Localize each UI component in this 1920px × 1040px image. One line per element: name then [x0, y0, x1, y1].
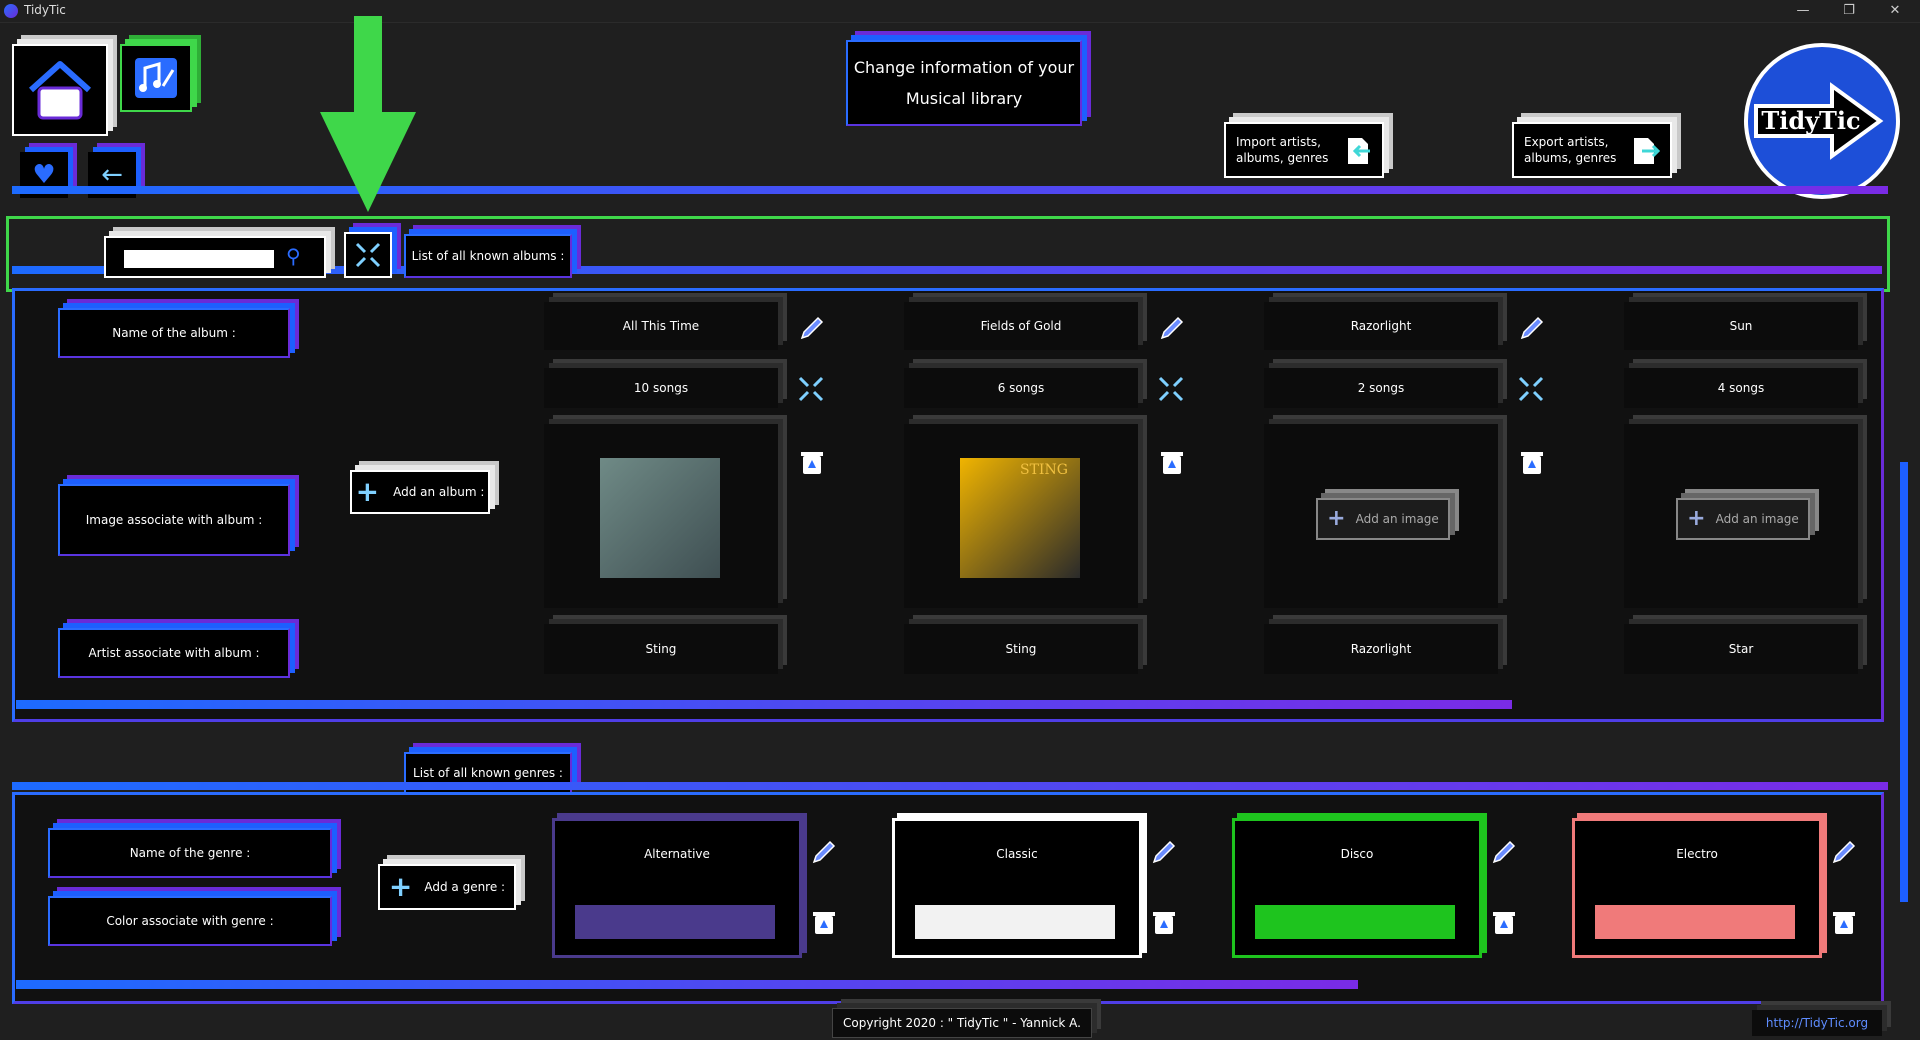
album-cover-image: STING: [960, 458, 1080, 578]
pencil-icon[interactable]: [796, 314, 826, 344]
music-note-edit-icon: [135, 58, 177, 98]
trash-icon[interactable]: [1150, 908, 1178, 936]
pencil-icon[interactable]: [1488, 838, 1518, 868]
import-label-1: Import artists,: [1236, 135, 1321, 149]
album-song-count: 6 songs: [904, 368, 1138, 408]
genres-scrollbar[interactable]: [16, 980, 1358, 989]
genre-color-swatch[interactable]: [915, 905, 1115, 939]
genre-name: Disco: [1340, 847, 1374, 861]
trash-icon[interactable]: [810, 908, 838, 936]
expand-all-button[interactable]: [344, 232, 392, 278]
album-song-count: 10 songs: [544, 368, 778, 408]
album-name[interactable]: Razorlight: [1264, 302, 1498, 350]
genre-name-label: Name of the genre :: [48, 828, 332, 878]
export-file-icon: [1634, 138, 1660, 164]
banner-line-2: Musical library: [905, 89, 1023, 108]
pencil-icon[interactable]: [808, 838, 838, 868]
album-search-input[interactable]: [124, 250, 274, 268]
add-image-label: Add an image: [1715, 512, 1799, 526]
album-cover-image: [600, 458, 720, 578]
copyright-text: Copyright 2020 : " TidyTic " - Yannick A…: [832, 1008, 1092, 1038]
pencil-icon[interactable]: [1148, 838, 1178, 868]
trash-icon[interactable]: [798, 448, 826, 476]
album-artist-label: Artist associate with album :: [58, 628, 290, 678]
genre-name: Electro: [1676, 847, 1718, 861]
album-song-count: 4 songs: [1624, 368, 1858, 408]
annotation-arrow-icon: [320, 16, 416, 212]
add-album-button[interactable]: + Add an album :: [350, 470, 490, 514]
genre-card[interactable]: Alternative: [552, 818, 802, 958]
plus-icon: +: [1687, 506, 1706, 531]
genre-card[interactable]: Electro: [1572, 818, 1822, 958]
genre-color-swatch[interactable]: [575, 905, 775, 939]
maximize-button[interactable]: ❐: [1826, 0, 1872, 22]
import-button[interactable]: Import artists, albums, genres: [1224, 122, 1384, 178]
window-title: TidyTic: [24, 3, 66, 17]
plus-icon: +: [355, 475, 380, 508]
genre-color-label: Color associate with genre :: [48, 896, 332, 946]
genre-card[interactable]: Disco: [1232, 818, 1482, 958]
title-bar: TidyTic — ❐ ✕: [0, 0, 1920, 23]
banner-line-1: Change information of your: [853, 58, 1075, 77]
album-name[interactable]: All This Time: [544, 302, 778, 350]
plus-icon: +: [388, 870, 413, 903]
add-image-label: Add an image: [1355, 512, 1439, 526]
album-song-count: 2 songs: [1264, 368, 1498, 408]
genre-card[interactable]: Classic: [892, 818, 1142, 958]
album-artist[interactable]: Sting: [544, 624, 778, 674]
add-image-button[interactable]: + Add an image: [1316, 498, 1450, 540]
pencil-icon[interactable]: [1516, 314, 1546, 344]
album-name[interactable]: Sun: [1624, 302, 1858, 350]
add-album-label: Add an album :: [393, 485, 485, 499]
album-artist[interactable]: Sting: [904, 624, 1138, 674]
album-name[interactable]: Fields of Gold: [904, 302, 1138, 350]
genre-name: Classic: [996, 847, 1038, 861]
export-label-1: Export artists,: [1524, 135, 1609, 149]
import-label-2: albums, genres: [1236, 151, 1329, 165]
search-icon[interactable]: ⚲: [286, 244, 301, 268]
home-icon: [28, 61, 92, 120]
plus-icon: +: [1327, 506, 1346, 531]
expand-songs-icon[interactable]: [1516, 374, 1546, 404]
genre-name: Alternative: [644, 847, 710, 861]
genre-color-swatch[interactable]: [1255, 905, 1455, 939]
page-banner: Change information of your Musical libra…: [846, 40, 1082, 126]
expand-arrows-icon: [355, 242, 381, 268]
albums-scrollbar[interactable]: [16, 700, 1512, 709]
website-link[interactable]: http://TidyTic.org: [1752, 1010, 1882, 1036]
import-file-icon: [1348, 138, 1370, 164]
album-image-label: Image associate with album :: [58, 484, 290, 556]
expand-songs-icon[interactable]: [1156, 374, 1186, 404]
tab-albums[interactable]: List of all known albums :: [404, 234, 572, 278]
trash-icon[interactable]: [1490, 908, 1518, 936]
add-genre-label: Add a genre :: [424, 880, 506, 894]
trash-icon[interactable]: [1830, 908, 1858, 936]
home-button[interactable]: [12, 44, 108, 136]
album-name-label: Name of the album :: [58, 308, 290, 358]
album-artist[interactable]: Star: [1624, 624, 1858, 674]
minimize-button[interactable]: —: [1780, 0, 1826, 22]
page-scrollbar[interactable]: [1900, 462, 1908, 902]
music-edit-button[interactable]: [120, 44, 192, 112]
add-genre-button[interactable]: + Add a genre :: [378, 864, 516, 910]
pencil-icon[interactable]: [1828, 838, 1858, 868]
trash-icon[interactable]: [1158, 448, 1186, 476]
close-button[interactable]: ✕: [1872, 0, 1918, 22]
album-artist[interactable]: Razorlight: [1264, 624, 1498, 674]
export-label-2: albums, genres: [1524, 151, 1617, 165]
album-cover-text: STING: [1020, 462, 1068, 478]
add-image-button[interactable]: + Add an image: [1676, 498, 1810, 540]
app-icon: [4, 4, 18, 18]
pencil-icon[interactable]: [1156, 314, 1186, 344]
trash-icon[interactable]: [1518, 448, 1546, 476]
export-button[interactable]: Export artists, albums, genres: [1512, 122, 1672, 178]
tidytic-logo[interactable]: TidyTic: [1742, 40, 1902, 202]
genre-color-swatch[interactable]: [1595, 905, 1795, 939]
logo-text: TidyTic: [1761, 106, 1861, 135]
expand-songs-icon[interactable]: [796, 374, 826, 404]
